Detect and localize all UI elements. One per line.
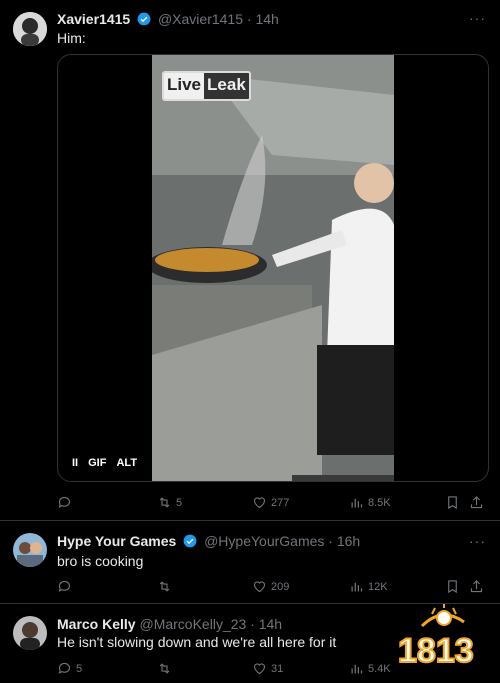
views-button[interactable]: 12K (349, 579, 388, 594)
more-options-icon[interactable]: ··· (469, 10, 486, 26)
share-icon (470, 496, 483, 509)
tweet-xavier[interactable]: Xavier1415 @Xavier1415 · 14h ··· Him: Li… (0, 0, 500, 521)
more-options-icon[interactable]: ··· (469, 533, 486, 549)
tweet-actions: 209 12K (57, 579, 483, 597)
views-button[interactable]: 5.4K (349, 661, 391, 676)
views-button[interactable]: 8.5K (349, 495, 391, 510)
reply-button[interactable] (57, 495, 76, 510)
gif-controls: II GIF ALT (72, 457, 137, 469)
like-button[interactable]: 277 (252, 495, 289, 510)
kitchen-scene-image (152, 55, 394, 481)
tweet-header: Xavier1415 @Xavier1415 · 14h (57, 11, 279, 27)
reply-button[interactable] (57, 579, 76, 594)
heart-icon (253, 581, 266, 593)
tweet-hypeyourgames[interactable]: Hype Your Games @HypeYourGames · 16h ···… (0, 521, 500, 604)
reply-icon (58, 662, 71, 674)
bookmark-icon (448, 496, 457, 510)
verified-badge-icon (183, 534, 197, 548)
heart-icon (253, 663, 266, 675)
gif-frame (152, 55, 394, 481)
author-handle[interactable]: @Xavier1415 (158, 11, 243, 27)
like-button[interactable]: 31 (252, 661, 283, 676)
pause-icon[interactable]: II (72, 457, 78, 469)
timestamp[interactable]: · 14h (250, 616, 282, 632)
timestamp[interactable]: · 16h (328, 533, 360, 549)
heart-icon (253, 497, 266, 509)
repost-icon (159, 581, 170, 592)
share-button[interactable] (469, 579, 488, 594)
avatar[interactable] (13, 12, 47, 46)
reply-button[interactable]: 5 (57, 661, 82, 676)
bookmark-button[interactable] (445, 495, 464, 510)
author-name[interactable]: Hype Your Games (57, 533, 176, 549)
author-name[interactable]: Marco Kelly (57, 616, 136, 632)
reply-icon (58, 580, 71, 592)
tweet-text: Him: (57, 30, 86, 46)
repost-button[interactable] (157, 579, 176, 594)
repost-icon (159, 497, 170, 508)
repost-icon (159, 663, 170, 674)
author-name[interactable]: Xavier1415 (57, 11, 130, 27)
repost-button[interactable] (157, 661, 176, 676)
author-handle[interactable]: @HypeYourGames (204, 533, 324, 549)
analytics-icon (351, 664, 363, 674)
reply-icon (58, 496, 71, 508)
share-icon (470, 580, 483, 593)
alt-badge[interactable]: ALT (116, 457, 137, 469)
verified-badge-icon (137, 12, 151, 26)
liveleak-watermark: Live Leak (162, 71, 251, 101)
timestamp[interactable]: · 14h (247, 11, 279, 27)
bookmark-button[interactable] (445, 579, 464, 594)
author-handle[interactable]: @MarcoKelly_23 (139, 616, 246, 632)
gif-badge: GIF (88, 457, 107, 469)
like-button[interactable]: 209 (252, 579, 289, 594)
tweet-text: He isn't slowing down and we're all here… (57, 634, 337, 650)
watermark-text: 1813 (398, 632, 474, 670)
bookmark-icon (448, 580, 457, 594)
share-button[interactable] (469, 495, 488, 510)
tweet-header: Hype Your Games @HypeYourGames · 16h (57, 533, 360, 549)
avatar[interactable] (13, 616, 47, 650)
site-watermark-logo: 1813 (392, 604, 492, 674)
analytics-icon (351, 498, 363, 508)
avatar[interactable] (13, 533, 47, 567)
analytics-icon (351, 582, 363, 592)
repost-button[interactable]: 5 (157, 495, 182, 510)
tweet-text: bro is cooking (57, 553, 144, 569)
tweet-header: Marco Kelly @MarcoKelly_23 · 14h (57, 616, 282, 632)
tweet-media-gif[interactable]: Live Leak II GIF ALT (57, 54, 489, 482)
tweet-actions: 5 277 8.5K (57, 495, 483, 513)
